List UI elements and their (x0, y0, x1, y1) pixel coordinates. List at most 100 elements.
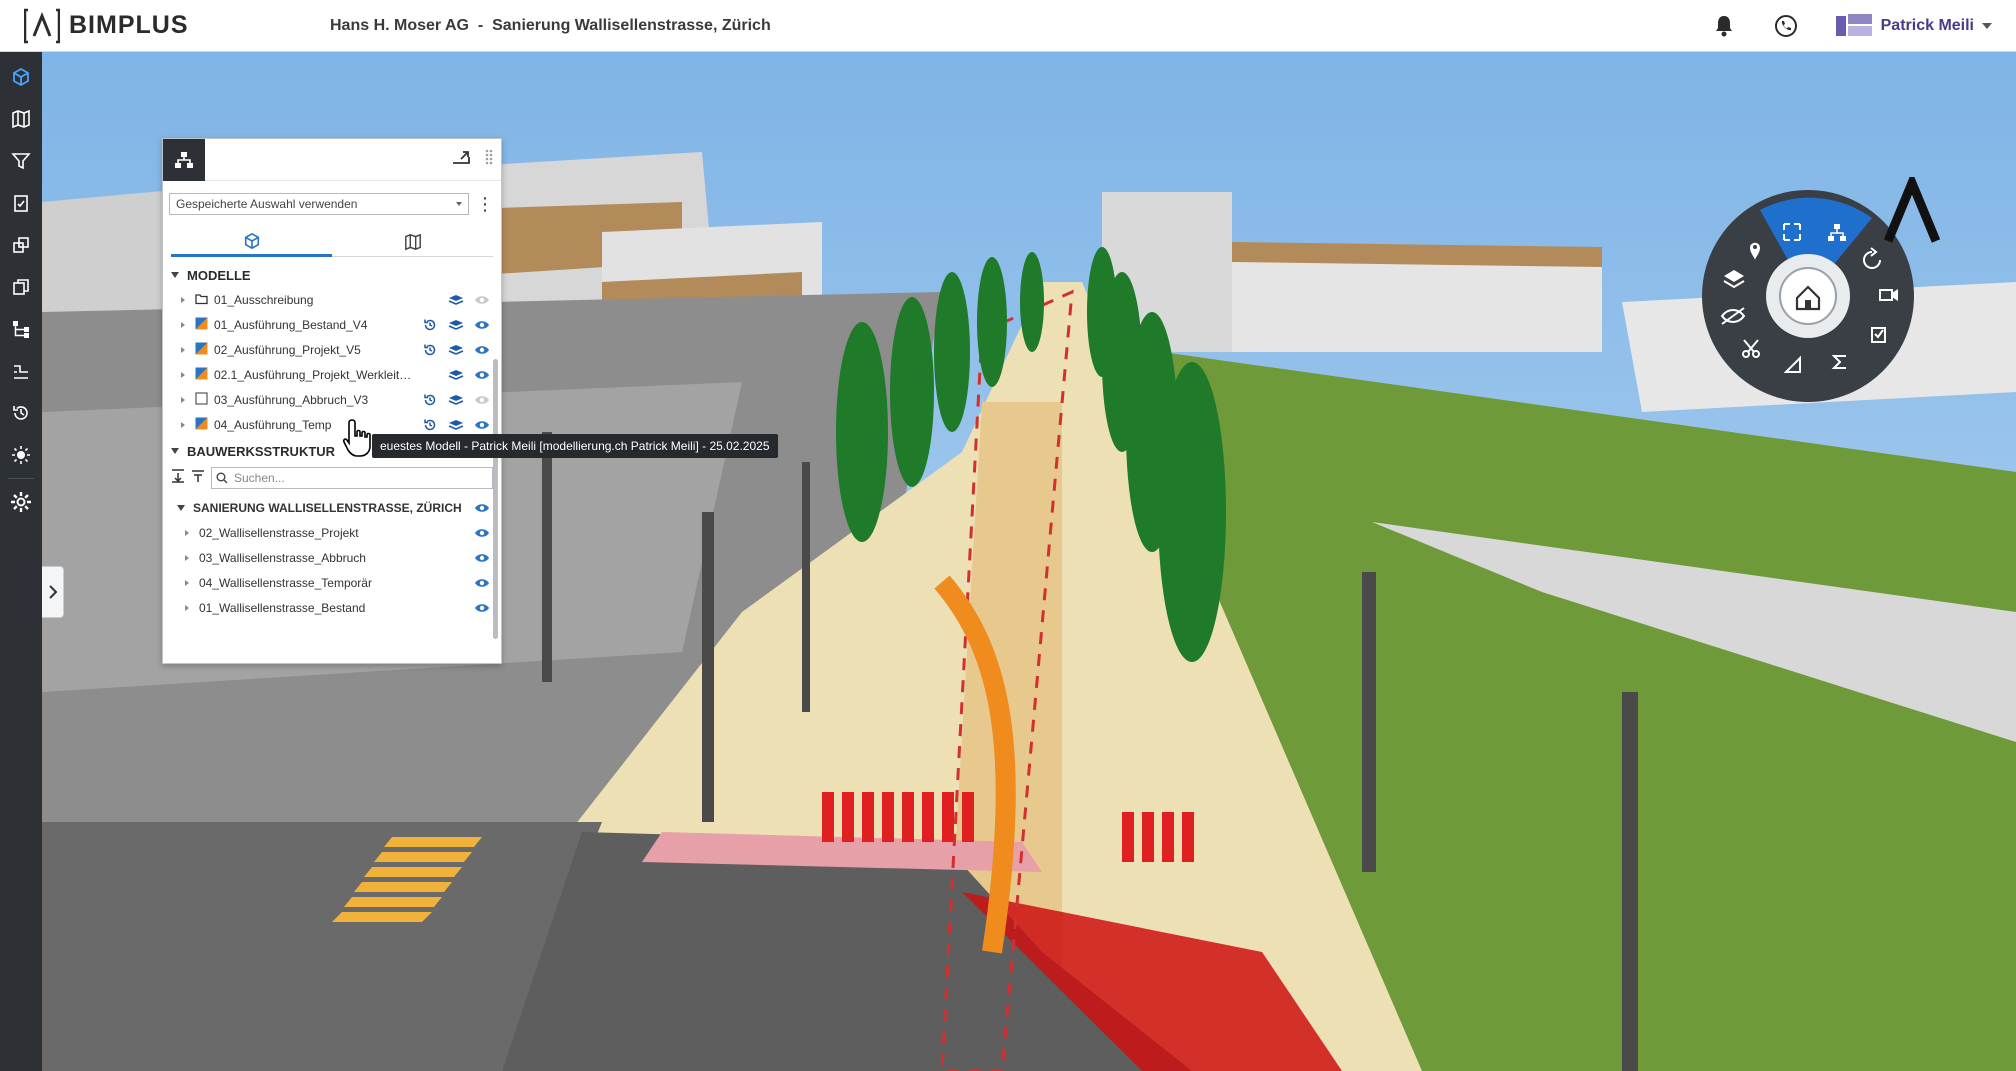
sun-icon[interactable] (0, 434, 42, 476)
eye-icon[interactable] (471, 292, 493, 308)
model-label: 01_Ausschreibung (214, 292, 314, 307)
layers-icon[interactable] (445, 342, 467, 358)
expand-icon[interactable] (181, 421, 185, 428)
history-icon[interactable] (419, 342, 441, 358)
user-menu[interactable]: Patrick Meili (1835, 13, 1992, 39)
expand-icon[interactable] (185, 604, 189, 611)
eye-icon[interactable] (471, 500, 493, 516)
eye-icon[interactable] (471, 342, 493, 358)
map-icon[interactable] (0, 98, 42, 140)
tree-root[interactable]: SANIERUNG WALLISELLENSTRASSE, ZÜRICH (163, 495, 501, 520)
layers-icon[interactable] (0, 224, 42, 266)
history-icon[interactable] (419, 317, 441, 333)
export-icon[interactable] (451, 149, 471, 170)
top-bar: BIMPLUS Hans H. Moser AG - Sanierung Wal… (0, 0, 2016, 52)
app-logo[interactable]: BIMPLUS (23, 8, 324, 44)
hierarchy-icon[interactable] (0, 308, 42, 350)
model-label: 03_Ausführung_Abbruch_V3 (214, 392, 369, 407)
model-row[interactable]: 01_Ausschreibung (163, 287, 501, 312)
panel-scrollbar[interactable] (493, 359, 498, 639)
history-icon[interactable] (0, 392, 42, 434)
layers-icon[interactable] (445, 367, 467, 383)
expand-icon[interactable] (181, 346, 185, 353)
filter-tree-icon[interactable] (191, 469, 205, 488)
model-row[interactable]: 02_Ausführung_Projekt_V5 (163, 337, 501, 362)
avatar (1835, 13, 1873, 39)
expand-icon[interactable] (181, 396, 185, 403)
search-icon (216, 472, 228, 484)
allplan-logo-icon (1882, 171, 1942, 266)
drag-handle-icon[interactable] (485, 149, 493, 170)
expand-icon[interactable] (185, 554, 189, 561)
project-name: Sanierung Wallisellenstrasse, Zürich (492, 16, 771, 34)
tree-item[interactable]: 01_Wallisellenstrasse_Bestand (163, 595, 501, 620)
steps-icon[interactable] (0, 350, 42, 392)
checkbox-icon[interactable] (195, 391, 214, 408)
notifications-bell-icon[interactable] (1707, 9, 1741, 43)
copy-icon[interactable] (0, 266, 42, 308)
search-placeholder: Suchen... (234, 471, 285, 485)
layers-icon[interactable] (445, 392, 467, 408)
chevron-down-icon (1982, 23, 1992, 29)
model-row[interactable]: 03_Ausführung_Abbruch_V3 (163, 387, 501, 412)
tree-item-label: 03_Wallisellenstrasse_Abbruch (199, 550, 366, 565)
eye-icon[interactable] (471, 317, 493, 333)
eye-icon[interactable] (471, 417, 493, 433)
collapse-icon (171, 448, 179, 454)
tree-item[interactable]: 04_Wallisellenstrasse_Temporär (163, 570, 501, 595)
project-title: Hans H. Moser AG - Sanierung Wallisellen… (330, 17, 771, 35)
expand-icon[interactable] (181, 296, 185, 303)
title-separator: - (477, 16, 484, 34)
history-icon[interactable] (419, 392, 441, 408)
eye-icon[interactable] (471, 600, 493, 616)
3d-viewport[interactable]: Gespeicherte Auswahl verwenden ⋮ MODELLE… (42, 52, 2016, 1071)
structure-tree: 02_Wallisellenstrasse_Projekt 03_Wallisel… (163, 520, 501, 620)
tree-item[interactable]: 02_Wallisellenstrasse_Projekt (163, 520, 501, 545)
structure-tab-icon[interactable] (163, 139, 205, 181)
cube-icon[interactable] (0, 56, 42, 98)
layers-icon[interactable] (445, 317, 467, 333)
phone-support-icon[interactable] (1769, 9, 1803, 43)
tab-3d-models[interactable] (171, 227, 332, 257)
tree-item-label: 04_Wallisellenstrasse_Temporär (199, 575, 372, 590)
model-tooltip: euestes Modell - Patrick Meili [modellie… (372, 434, 778, 458)
expand-icon[interactable] (181, 371, 185, 378)
saved-selection-dropdown[interactable]: Gespeicherte Auswahl verwenden (169, 193, 469, 215)
layers-icon[interactable] (445, 292, 467, 308)
chevron-down-icon (456, 202, 462, 206)
expand-icon[interactable] (185, 529, 189, 536)
model-label: 04_Ausführung_Temp (214, 417, 332, 432)
eye-icon[interactable] (471, 367, 493, 383)
eye-icon[interactable] (471, 550, 493, 566)
filter-icon[interactable] (0, 140, 42, 182)
more-options-icon[interactable]: ⋮ (475, 195, 495, 213)
expand-icon[interactable] (181, 321, 185, 328)
model-row[interactable]: 01_Ausführung_Bestand_V4 (163, 312, 501, 337)
collapse-icon (177, 504, 185, 511)
eye-icon[interactable] (471, 392, 493, 408)
model-type-icon (195, 317, 214, 333)
tree-item[interactable]: 03_Wallisellenstrasse_Abbruch (163, 545, 501, 570)
expand-icon[interactable] (185, 579, 189, 586)
eye-icon[interactable] (471, 525, 493, 541)
expand-all-icon[interactable] (171, 468, 185, 488)
gear-icon[interactable] (0, 481, 42, 523)
left-toolbar (0, 52, 42, 1071)
eye-icon[interactable] (471, 575, 493, 591)
layers-icon[interactable] (445, 417, 467, 433)
history-icon[interactable] (419, 417, 441, 433)
expand-panel-button[interactable] (42, 566, 64, 618)
clipboard-icon[interactable] (0, 182, 42, 224)
model-type-icon (195, 342, 214, 358)
model-list: 01_Ausschreibung 01_Ausführung_Bestand_V4… (163, 287, 501, 437)
models-section-header[interactable]: MODELLE (163, 263, 501, 287)
model-type-icon (195, 417, 214, 433)
tab-2d-plans[interactable] (332, 227, 493, 257)
structure-search-input[interactable]: Suchen... (211, 467, 493, 489)
tree-item-label: 01_Wallisellenstrasse_Bestand (199, 600, 366, 615)
bimplus-logo-icon (23, 8, 61, 44)
hand-cursor-icon (342, 418, 376, 463)
model-row[interactable]: 02.1_Ausführung_Projekt_Werkleitu... (163, 362, 501, 387)
